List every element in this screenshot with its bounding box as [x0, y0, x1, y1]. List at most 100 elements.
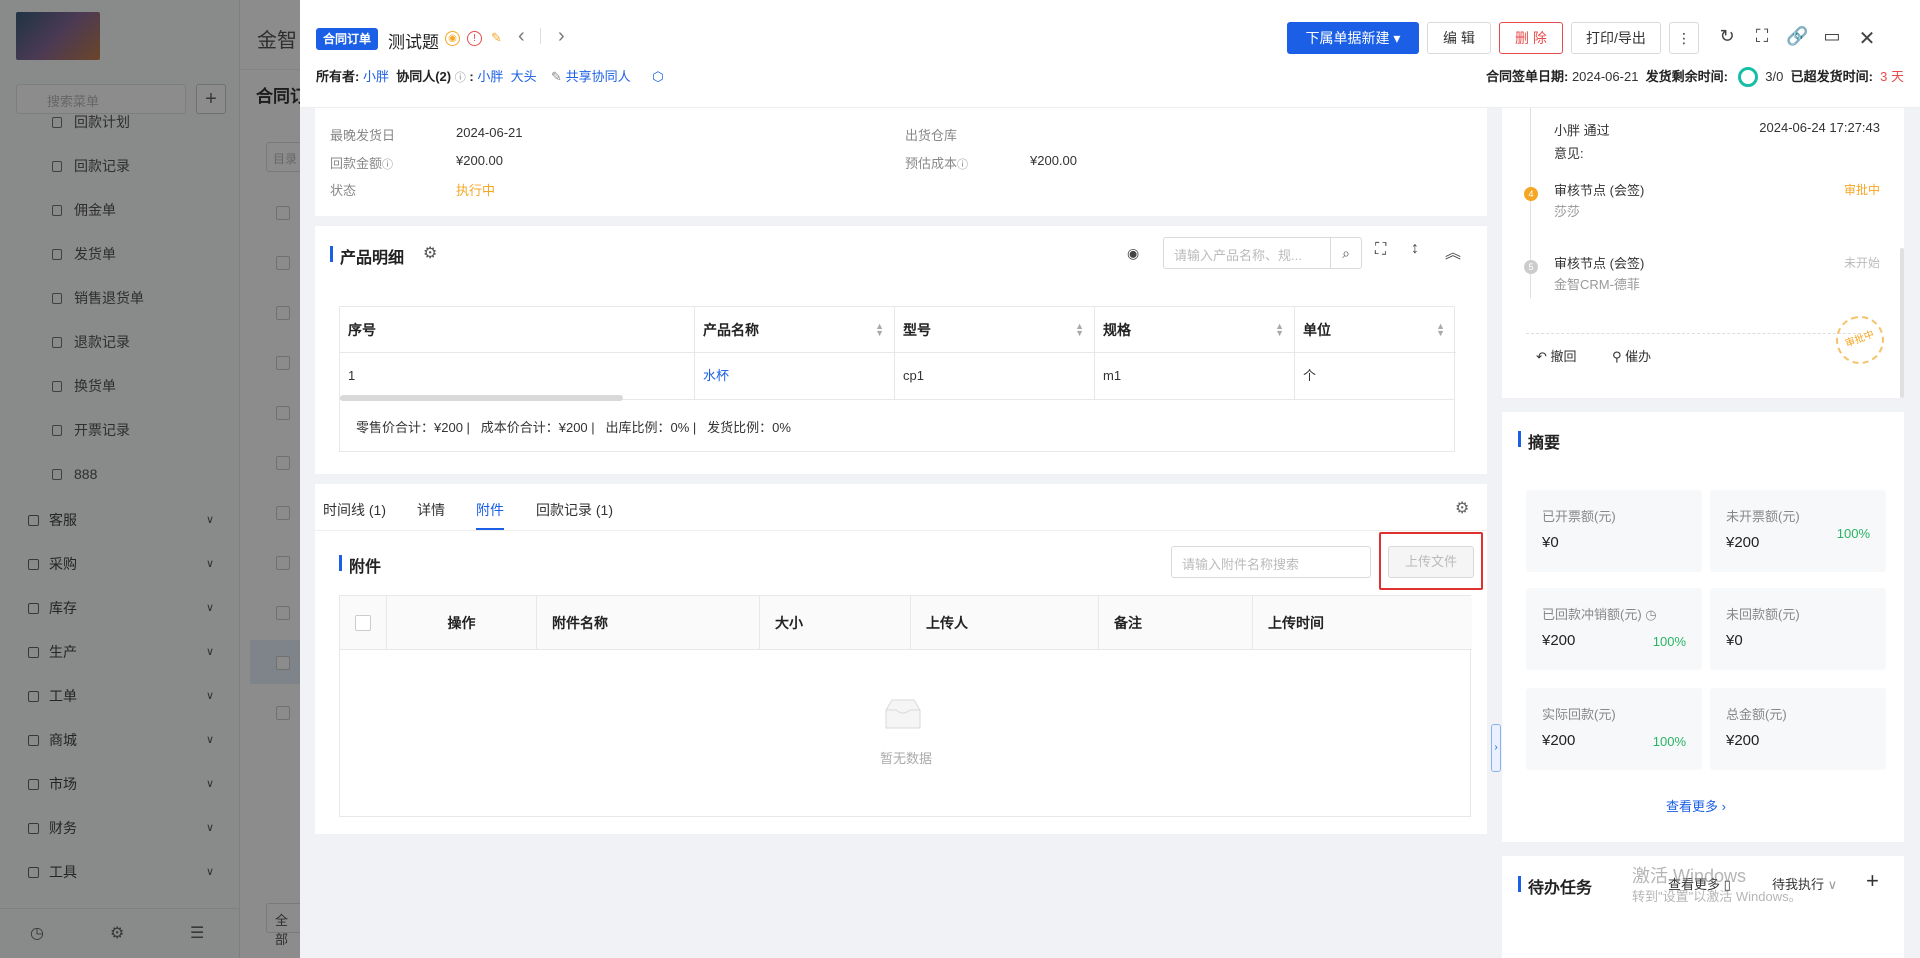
table-row[interactable]: 1 水杯 cp1 m1 个	[340, 353, 1456, 399]
sub-new-button[interactable]: 下属单据新建 ▾	[1287, 22, 1419, 54]
note-icon[interactable]: ✎	[489, 31, 504, 46]
summary-more-link[interactable]: 查看更多 ›	[1666, 796, 1726, 815]
tabs-card: 时间线 (1) 详情 附件 回款记录 (1) ⚙ 附件 请输入附件名称搜索 上传…	[315, 484, 1487, 834]
help-icon[interactable]: ⓘ	[382, 159, 393, 171]
column-header[interactable]: 型号 ▲ ▼	[895, 307, 1095, 353]
summary-item: 未回款额(元) ¥0	[1710, 588, 1886, 670]
product-search-input[interactable]: 请输入产品名称、规...	[1163, 237, 1331, 269]
shared-collab-link[interactable]: 共享协同人	[566, 69, 631, 84]
link-icon[interactable]: 🔗	[1786, 26, 1808, 47]
summary-value: ¥200	[1726, 732, 1760, 749]
search-icon[interactable]: ⌕	[1330, 237, 1362, 269]
tab-payment-records[interactable]: 回款记录 (1)	[536, 500, 613, 520]
fullscreen-icon[interactable]: ⛶	[1751, 26, 1773, 47]
refresh-icon[interactable]: ↻	[1716, 26, 1738, 47]
delete-button[interactable]: 删 除	[1499, 22, 1563, 54]
prev-record-icon[interactable]: ‹	[518, 25, 525, 48]
withdraw-button[interactable]: ↶ 撤回	[1536, 346, 1577, 365]
summary-percent: 100%	[1836, 526, 1870, 541]
settings-icon[interactable]: ⚙	[423, 243, 437, 263]
tab-timeline[interactable]: 时间线 (1)	[323, 500, 386, 520]
attachment-search-input[interactable]: 请输入附件名称搜索	[1171, 546, 1371, 578]
help-icon[interactable]: ⓘ	[957, 159, 968, 171]
collab-link[interactable]: 大头	[511, 69, 537, 84]
basic-info-card: 最晚发货日 2024-06-21 出货仓库 回款金额ⓘ ¥200.00 预估成本…	[315, 108, 1487, 216]
edit-button[interactable]: 编 辑	[1427, 22, 1491, 54]
select-all-cell	[340, 596, 387, 650]
urge-button[interactable]: ⚲ 催办	[1612, 346, 1651, 365]
sort-icon[interactable]: ▲ ▼	[1436, 307, 1445, 338]
date-line: 合同签单日期: 2024-06-21 发货剩余时间: 3/0 已超发货时间: 3…	[1486, 66, 1904, 87]
product-card: 产品明细 ⚙ ◉ 请输入产品名称、规... ⌕ ⛶ ↕ ︽ 序号 产品名称 ▲ ▼ …	[315, 226, 1487, 474]
expand-height-icon[interactable]: ↕	[1411, 240, 1419, 258]
latest-ship-label: 最晚发货日	[330, 128, 396, 143]
edit-icon[interactable]: ✎	[551, 69, 562, 84]
sort-icon[interactable]: ▲ ▼	[1275, 307, 1284, 338]
column-header[interactable]: 规格 ▲ ▼	[1095, 307, 1295, 353]
overdue-value: 3 天	[1880, 69, 1904, 84]
column-header: 上传人	[911, 596, 1099, 650]
summary-value: ¥200	[1726, 534, 1760, 551]
collab-link[interactable]: 小胖	[477, 69, 503, 84]
node-status: 未开始	[1843, 256, 1880, 270]
add-todo-icon[interactable]: +	[1866, 868, 1879, 894]
tab-detail[interactable]: 详情	[417, 500, 445, 520]
more-button[interactable]: ⋮	[1669, 22, 1699, 54]
summary-item: 实际回款(元) ¥200 100%	[1526, 688, 1702, 770]
node-status: 审批中	[1843, 183, 1880, 197]
status-label: 状态	[330, 183, 357, 198]
close-icon[interactable]: ✕	[1856, 26, 1878, 51]
tab-attachment[interactable]: 附件	[476, 500, 504, 520]
doc-type-tag: 合同订单	[316, 28, 379, 50]
product-spec: m1	[1095, 353, 1295, 399]
chevron-right-icon: ›	[1721, 799, 1726, 814]
approval-opinion-label: 意见:	[1554, 146, 1584, 161]
alert-icon[interactable]: !	[467, 31, 482, 46]
settings-icon[interactable]: ⚙	[1455, 498, 1469, 518]
node-badge: 4	[1524, 187, 1538, 201]
window-icon[interactable]: ▭	[1821, 26, 1843, 47]
overdue-label: 已超发货时间:	[1790, 69, 1873, 84]
product-table: 序号 产品名称 ▲ ▼ 型号 ▲ ▼ 规格 ▲ ▼ 单位 ▲ ▼ 1 水杯 cp1 m1 个	[339, 306, 1456, 401]
summary-item: 已开票额(元) ¥0	[1526, 490, 1702, 572]
select-all-checkbox[interactable]	[355, 615, 371, 631]
todo-section-title: 待办任务	[1518, 874, 1592, 898]
next-record-icon[interactable]: ›	[558, 25, 565, 48]
owner-link[interactable]: 小胖	[363, 69, 389, 84]
divider	[540, 28, 541, 44]
column-header: 序号	[340, 307, 695, 353]
est-cost-label: 预估成本ⓘ	[905, 156, 969, 171]
target-icon[interactable]: ◉	[1127, 245, 1139, 262]
print-export-button[interactable]: 打印/导出	[1571, 22, 1661, 54]
summary-card: 摘要 已开票额(元) ¥0 未开票额(元) ¥200 100% 已回款冲销额(元…	[1502, 412, 1904, 842]
summary-label: 未回款额(元)	[1726, 607, 1800, 622]
product-model: cp1	[895, 353, 1095, 399]
summary-section-title: 摘要	[1518, 429, 1560, 453]
page-title: 测试题	[388, 33, 439, 52]
upload-file-button[interactable]: 上传文件	[1388, 546, 1474, 578]
collapse-up-icon[interactable]: ︽	[1445, 239, 1461, 263]
column-header[interactable]: 单位 ▲ ▼	[1295, 307, 1455, 353]
tag-icon[interactable]: ⬡	[652, 69, 663, 84]
collab-label: 协同人(2)	[396, 69, 452, 84]
panel-scrollbar[interactable]	[1900, 248, 1904, 398]
payment-amount-label: 回款金额ⓘ	[330, 156, 394, 171]
panel-collapse-handle[interactable]: ›	[1491, 724, 1501, 772]
sort-icon[interactable]: ▲ ▼	[1075, 307, 1084, 338]
sort-icon[interactable]: ▲ ▼	[875, 307, 884, 338]
column-header[interactable]: 产品名称 ▲ ▼	[695, 307, 895, 353]
attachment-section-title: 附件	[339, 553, 381, 577]
summary-item: 未开票额(元) ¥200 100%	[1710, 490, 1886, 572]
status-icon[interactable]: ◉	[445, 31, 460, 46]
sign-date-value: 2024-06-21	[1571, 69, 1639, 84]
summary-label: 实际回款(元)	[1542, 707, 1616, 722]
node-user: 莎莎	[1554, 204, 1581, 219]
fullscreen-icon[interactable]: ⛶	[1375, 241, 1386, 259]
node-title: 审核节点 (会签)	[1554, 256, 1645, 271]
row-index: 1	[340, 353, 695, 399]
clock-icon[interactable]: ◷	[1645, 607, 1656, 622]
product-name-link[interactable]: 水杯	[695, 353, 895, 399]
help-icon[interactable]: ⓘ	[455, 72, 466, 84]
pin-icon: ⚲	[1612, 349, 1622, 364]
column-header: 大小	[760, 596, 911, 650]
